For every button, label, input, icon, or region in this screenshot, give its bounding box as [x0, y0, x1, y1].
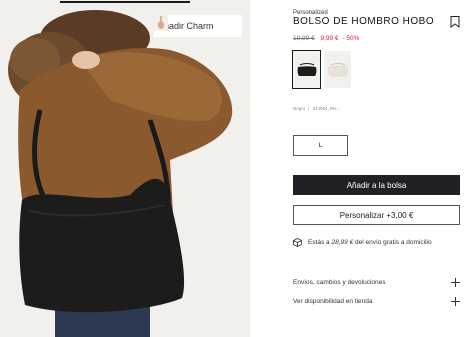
- charm-thumbnail-icon: [154, 15, 168, 31]
- accordion-store-availability[interactable]: Ver disponibilidad en tienda: [293, 297, 460, 306]
- price-row: 19,99 € 9,99 € - 50%: [293, 35, 359, 42]
- add-to-bag-button[interactable]: Añadir a la bolsa: [293, 175, 460, 195]
- product-image[interactable]: Añadir Charm: [0, 0, 250, 337]
- accordion-label: Ver disponibilidad en tienda: [293, 298, 373, 305]
- accordion-label: Envíos, cambios y devoluciones: [293, 279, 386, 286]
- original-price: 19,99 €: [293, 35, 315, 42]
- box-icon: [293, 238, 302, 247]
- product-info-panel: Personalized BOLSO DE HOMBRO HOBO 19,99 …: [292, 0, 465, 337]
- customize-button[interactable]: Personalizar +3,00 €: [293, 205, 460, 225]
- swatch-cream[interactable]: [324, 51, 351, 88]
- black-bag-thumbnail-icon: [297, 62, 316, 76]
- accordion-shipping-returns[interactable]: Envíos, cambios y devoluciones: [293, 278, 460, 287]
- sale-price: 9,99 €: [320, 35, 339, 42]
- color-swatches: [292, 50, 351, 89]
- free-shipping-notice: Estás a 28,99 € del envío gratis a domic…: [293, 238, 432, 247]
- color-reference: Negro | 344064_RN...: [293, 106, 340, 111]
- add-charm-button[interactable]: Añadir Charm: [154, 15, 242, 37]
- color-separator: |: [308, 106, 310, 111]
- bookmark-icon[interactable]: [450, 16, 460, 28]
- swatch-black[interactable]: [292, 50, 321, 89]
- product-photo: [0, 0, 250, 337]
- color-name: Negro: [293, 106, 306, 111]
- shipping-suffix: del envío gratis a domicilio: [355, 239, 432, 246]
- plus-icon: [451, 297, 460, 306]
- shipping-amount: 28,99 €: [331, 239, 354, 246]
- product-reference: 344064_RN...: [312, 106, 341, 111]
- product-title: BOLSO DE HOMBRO HOBO: [293, 16, 435, 27]
- discount-label: - 50%: [342, 35, 360, 42]
- shipping-prefix: Estás a: [308, 239, 330, 246]
- cream-bag-thumbnail-icon: [327, 62, 348, 76]
- size-button-l[interactable]: L: [293, 135, 348, 156]
- image-progress-bar: [60, 1, 190, 3]
- plus-icon: [451, 278, 460, 287]
